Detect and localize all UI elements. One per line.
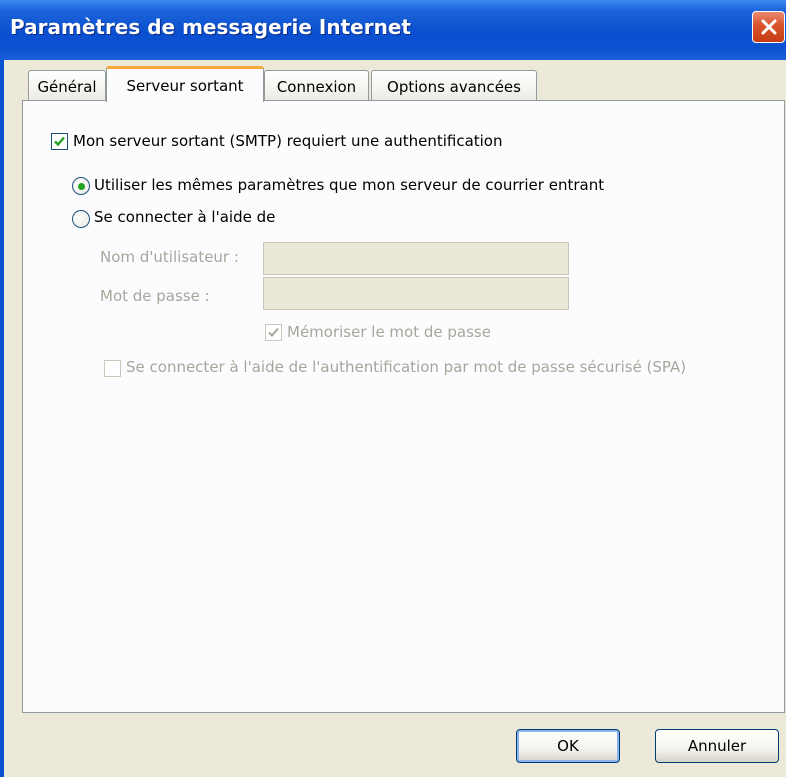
cancel-button[interactable]: Annuler — [655, 729, 779, 763]
radio-same-settings[interactable] — [72, 177, 90, 195]
radio-same-settings-label: Utiliser les mêmes paramètres que mon se… — [94, 176, 605, 194]
smtp-auth-label: Mon serveur sortant (SMTP) requiert une … — [73, 132, 503, 150]
window-frame-left — [0, 60, 4, 777]
tab-serveur-sortant-label: Serveur sortant — [126, 76, 244, 95]
checkmark-icon — [268, 327, 279, 337]
tab-connexion-label: Connexion — [276, 77, 357, 96]
cancel-button-label: Annuler — [687, 737, 747, 755]
username-label: Nom d'utilisateur : — [100, 248, 239, 266]
tab-general-label: Général — [37, 77, 97, 96]
tab-options-avancees-label: Options avancées — [387, 77, 521, 96]
password-input[interactable] — [263, 277, 569, 310]
radio-login-with-label: Se connecter à l'aide de — [94, 208, 276, 226]
spa-checkbox[interactable] — [104, 360, 121, 377]
radio-selected-dot — [77, 182, 85, 190]
remember-password-checkbox[interactable] — [265, 324, 282, 341]
tab-connexion[interactable]: Connexion — [264, 70, 369, 102]
username-input[interactable] — [263, 242, 569, 275]
radio-login-with[interactable] — [72, 210, 90, 228]
smtp-auth-checkbox[interactable] — [51, 133, 68, 150]
spa-label: Se connecter à l'aide de l'authentificat… — [126, 358, 687, 376]
tab-serveur-sortant[interactable]: Serveur sortant — [106, 66, 264, 102]
title-bar[interactable]: Paramètres de messagerie Internet — [0, 0, 786, 60]
tab-panel: Mon serveur sortant (SMTP) requiert une … — [22, 100, 785, 713]
close-button[interactable] — [752, 11, 785, 43]
checkmark-icon — [54, 136, 65, 147]
ok-button-label: OK — [557, 737, 579, 755]
close-icon — [761, 19, 776, 35]
tab-general[interactable]: Général — [28, 70, 106, 102]
tab-options-avancees[interactable]: Options avancées — [371, 70, 537, 102]
window-title: Paramètres de messagerie Internet — [10, 15, 411, 39]
remember-password-label: Mémoriser le mot de passe — [287, 323, 491, 341]
ok-button[interactable]: OK — [516, 729, 620, 763]
password-label: Mot de passe : — [100, 287, 210, 305]
